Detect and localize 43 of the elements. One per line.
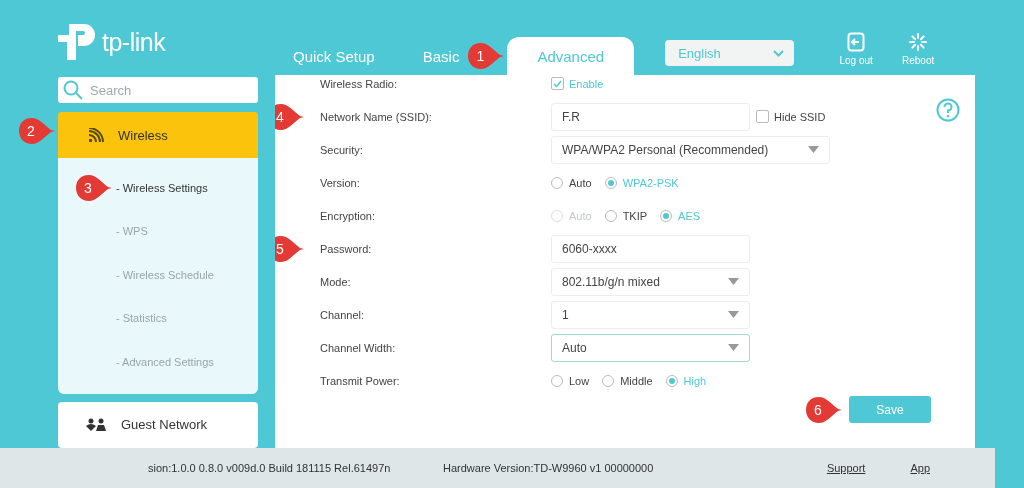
search-icon bbox=[63, 80, 83, 100]
field-label: Network Name (SSID): bbox=[320, 110, 432, 123]
radio-option[interactable]: TKIP bbox=[604, 209, 648, 222]
footer-link[interactable]: App bbox=[910, 462, 930, 474]
logo-icon bbox=[58, 24, 98, 60]
hide-ssid-checkbox[interactable]: Hide SSID bbox=[756, 110, 826, 123]
field-label: Mode: bbox=[320, 275, 351, 288]
logout-icon[interactable] bbox=[847, 32, 866, 52]
dropdown-select[interactable]: 1 bbox=[551, 300, 750, 329]
footer-link[interactable]: Support bbox=[826, 462, 866, 474]
radio-option[interactable]: Auto bbox=[551, 176, 592, 189]
input-field[interactable]: 6060-xxxx bbox=[551, 234, 750, 263]
field-label: Encryption: bbox=[320, 209, 376, 222]
chevron-down-icon bbox=[773, 49, 785, 57]
field-label: Password: bbox=[320, 242, 372, 255]
field-label: Transmit Power: bbox=[320, 374, 400, 387]
field-label: Channel: bbox=[320, 308, 365, 321]
dropdown-arrow-icon bbox=[728, 278, 739, 285]
dropdown-select[interactable]: 802.11b/g/n mixed bbox=[551, 267, 750, 296]
checkmark-icon bbox=[553, 79, 562, 88]
dropdown-select[interactable]: Auto bbox=[551, 333, 750, 362]
firmware-version: sion:1.0.0 0.8.0 v009d.0 Build 181115 Rel.61497n bbox=[148, 462, 392, 474]
people-icon bbox=[85, 418, 107, 431]
field-label: Channel Width: bbox=[320, 341, 396, 354]
dropdown-arrow-icon bbox=[728, 344, 739, 351]
field-label: Version: bbox=[320, 176, 360, 189]
menu-item[interactable]: Wireless bbox=[58, 112, 258, 158]
search-field[interactable]: Search bbox=[58, 77, 258, 103]
submenu-item[interactable]: - Wireless Settings bbox=[116, 181, 208, 194]
help-icon[interactable] bbox=[936, 98, 960, 122]
dropdown-arrow-icon bbox=[808, 146, 820, 153]
field-label: Security: bbox=[320, 143, 363, 156]
input-field[interactable]: F.R bbox=[551, 102, 750, 131]
hardware-version: Hardware Version:TD-W9960 v1 00000000 bbox=[443, 462, 655, 474]
logo-text: tp-link bbox=[102, 27, 166, 57]
menu-item[interactable]: Guest Network bbox=[58, 401, 258, 448]
wifi-signal-icon bbox=[88, 127, 104, 143]
field-label: Wireless Radio: bbox=[320, 77, 398, 90]
dropdown-select[interactable]: WPA/WPA2 Personal (Recommended) bbox=[551, 135, 831, 164]
dropdown-arrow-icon bbox=[728, 311, 739, 318]
radio-option[interactable]: Low bbox=[551, 374, 590, 387]
reboot-icon[interactable] bbox=[908, 32, 929, 52]
radio-option[interactable]: Middle bbox=[602, 374, 653, 387]
